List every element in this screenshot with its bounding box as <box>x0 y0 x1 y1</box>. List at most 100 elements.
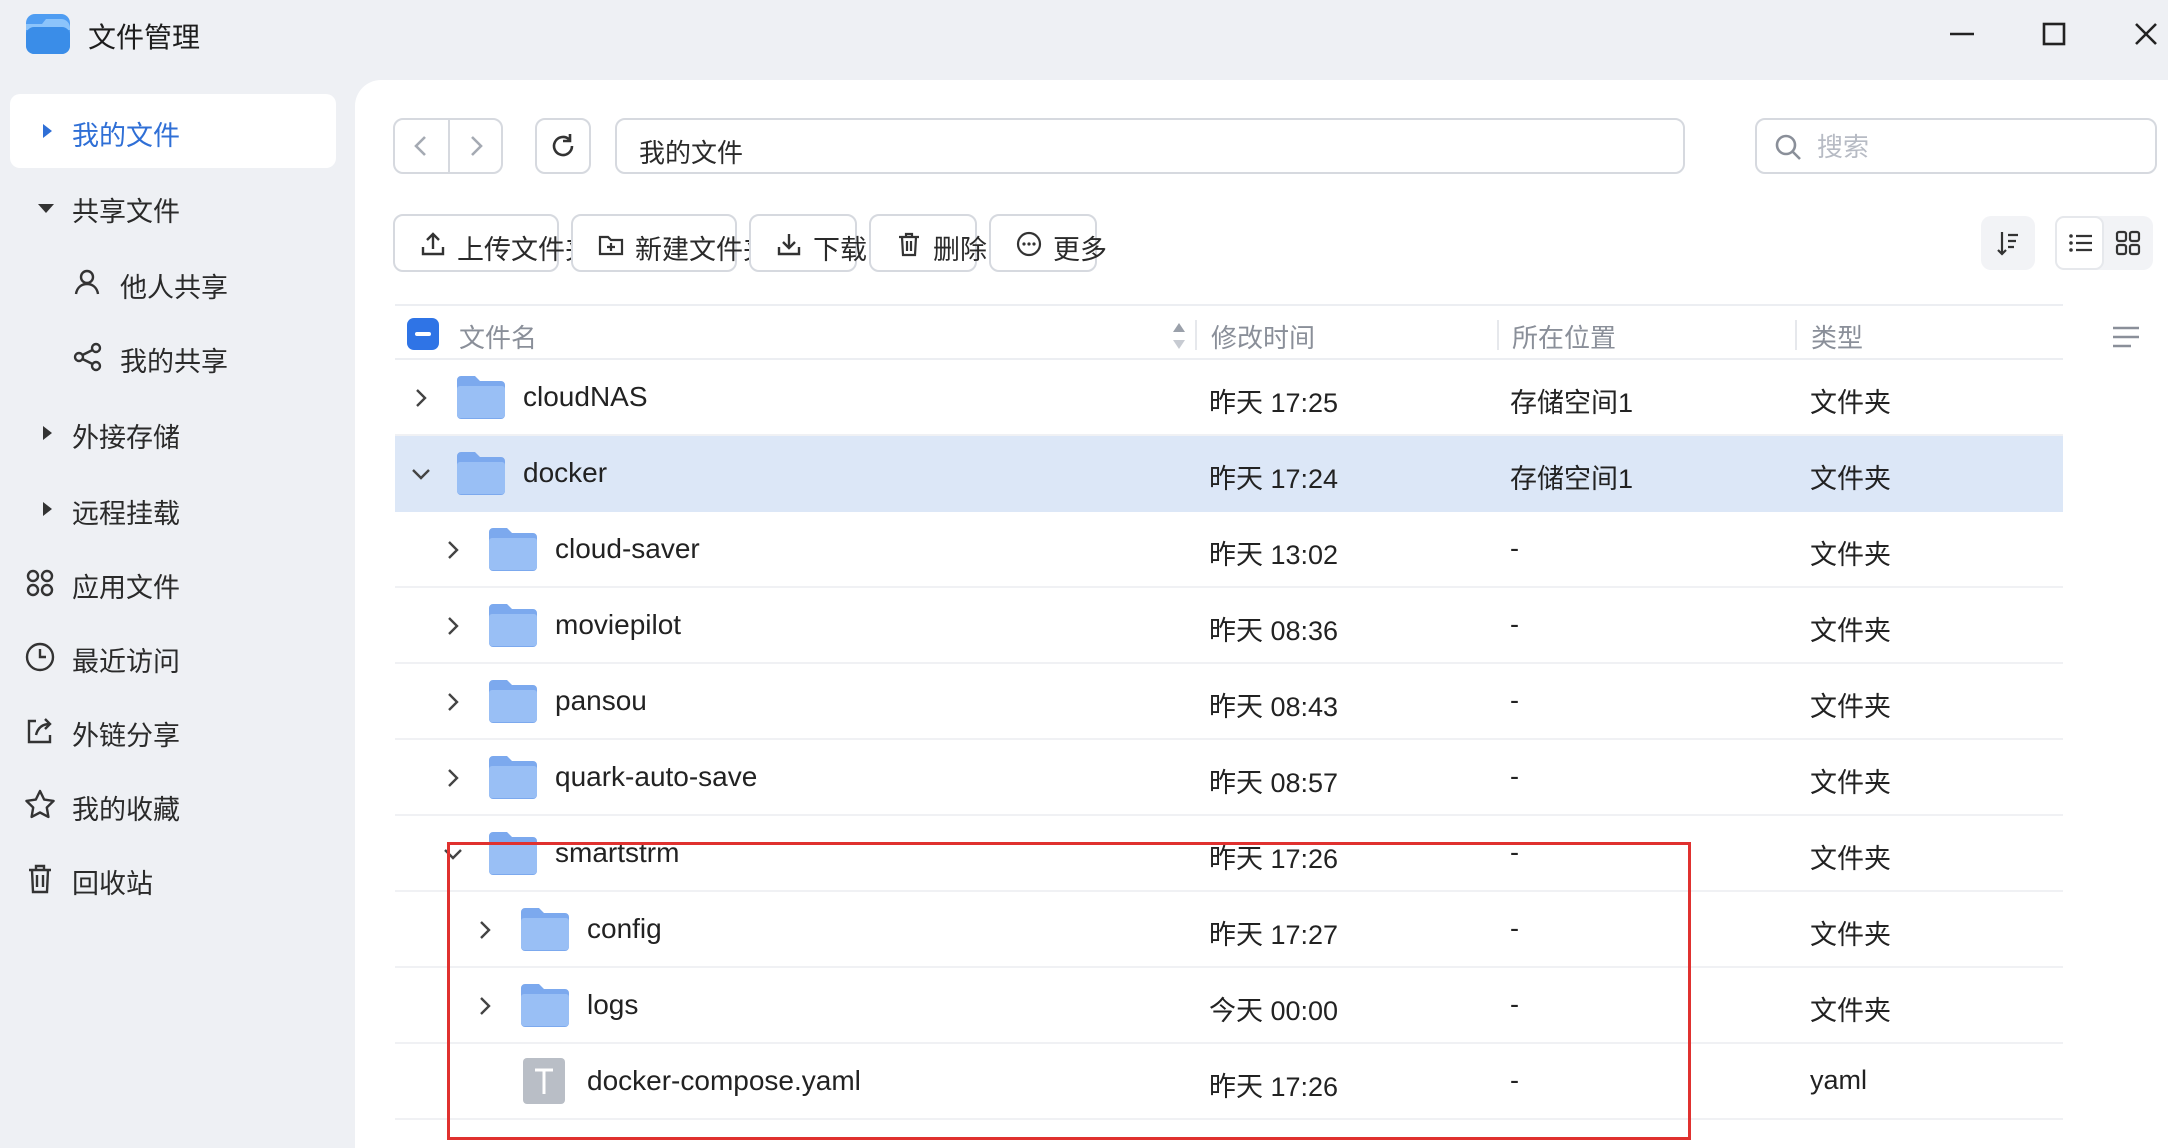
location: - <box>1510 685 1519 715</box>
folder-icon <box>489 680 537 723</box>
clock-icon <box>25 642 55 672</box>
new-folder-button[interactable]: 新建文件夹 <box>571 214 770 272</box>
sidebar-item-external-storage[interactable]: 外接存储 <box>10 396 336 470</box>
location: - <box>1510 837 1519 867</box>
table-row[interactable]: cloud-saver 昨天 13:02 - 文件夹 <box>395 512 2063 588</box>
file-type: 文件夹 <box>1810 616 1891 646</box>
sort-button[interactable] <box>1981 216 2035 270</box>
main-panel: 我的文件 上传文件夹 新建文件夹 下载 删除 更多 文件名 <box>355 80 2168 1148</box>
column-location-header[interactable]: 所在位置 <box>1512 318 1616 355</box>
sidebar-item-label: 我的共享 <box>120 347 228 377</box>
column-modified-header[interactable]: 修改时间 <box>1211 318 1315 355</box>
search-box[interactable] <box>1755 118 2157 174</box>
more-button[interactable]: 更多 <box>989 214 1107 272</box>
list-view-icon <box>2069 234 2092 252</box>
column-type-header[interactable]: 类型 <box>1811 318 1863 355</box>
folder-icon <box>489 832 537 875</box>
chevron-right-icon[interactable] <box>439 688 467 716</box>
title-bar: 文件管理 <box>0 0 2168 68</box>
file-name: smartstrm <box>555 837 680 868</box>
app-title: 文件管理 <box>88 22 201 53</box>
chevron-right-icon[interactable] <box>407 384 435 412</box>
sidebar-item-label: 我的文件 <box>72 121 180 151</box>
table-row[interactable]: moviepilot 昨天 08:36 - 文件夹 <box>395 588 2063 664</box>
sidebar-item-app-files[interactable]: 应用文件 <box>10 546 336 620</box>
folder-icon <box>489 528 537 571</box>
location: - <box>1510 989 1519 1019</box>
more-label: 更多 <box>1053 235 1107 265</box>
path-bar[interactable]: 我的文件 <box>615 118 1685 174</box>
file-manager-app-icon <box>26 14 70 54</box>
sidebar-item-recent[interactable]: 最近访问 <box>10 620 336 694</box>
sidebar-item-recycle-bin[interactable]: 回收站 <box>10 842 336 916</box>
sidebar-item-shared-files[interactable]: 共享文件 <box>10 170 336 244</box>
file-type: 文件夹 <box>1810 996 1891 1026</box>
sidebar-item-label: 外链分享 <box>72 721 180 751</box>
upload-icon <box>421 232 445 256</box>
sidebar-item-favorites[interactable]: 我的收藏 <box>10 768 336 842</box>
table-row[interactable]: logs 今天 00:00 - 文件夹 <box>395 968 2063 1044</box>
sidebar-item-my-shares[interactable]: 我的共享 <box>10 320 336 394</box>
column-divider <box>1497 320 1499 350</box>
modified-time: 昨天 17:26 <box>1209 844 1339 874</box>
sidebar-item-my-files[interactable]: 我的文件 <box>10 94 336 168</box>
table-header: 文件名 修改时间 所在位置 类型 <box>395 304 2063 360</box>
grid-view-button[interactable] <box>2104 216 2153 270</box>
apps-icon <box>26 569 54 597</box>
location: 存储空间1 <box>1510 464 1634 494</box>
refresh-icon <box>552 134 574 157</box>
sidebar-item-external-share[interactable]: 外链分享 <box>10 694 336 768</box>
chevron-right-icon[interactable] <box>471 916 499 944</box>
sort-arrows-icon[interactable] <box>1171 320 1187 352</box>
chevron-right-icon[interactable] <box>439 536 467 564</box>
table-row[interactable]: docker-compose.yaml 昨天 17:26 - yaml <box>395 1044 2063 1120</box>
chevron-right-icon[interactable] <box>471 992 499 1020</box>
table-row[interactable]: quark-auto-save 昨天 08:57 - 文件夹 <box>395 740 2063 816</box>
select-all-checkbox[interactable] <box>407 318 439 350</box>
download-label: 下载 <box>813 235 867 265</box>
file-name: cloud-saver <box>555 533 700 564</box>
chevron-right-icon[interactable] <box>439 764 467 792</box>
download-button[interactable]: 下载 <box>749 214 867 272</box>
modified-time: 今天 00:00 <box>1209 996 1339 1026</box>
file-type: 文件夹 <box>1810 844 1891 874</box>
sidebar-item-shared-with-me[interactable]: 他人共享 <box>10 246 336 320</box>
upload-folder-button[interactable]: 上传文件夹 <box>393 214 592 272</box>
delete-button[interactable]: 删除 <box>869 214 987 272</box>
modified-time: 昨天 17:24 <box>1209 464 1339 494</box>
table-row[interactable]: docker 昨天 17:24 存储空间1 文件夹 <box>395 436 2063 512</box>
trash-icon <box>899 232 919 257</box>
download-icon <box>777 234 801 256</box>
forward-button[interactable] <box>450 120 503 172</box>
refresh-button[interactable] <box>535 118 591 174</box>
table-row[interactable]: pansou 昨天 08:43 - 文件夹 <box>395 664 2063 740</box>
column-name-header[interactable]: 文件名 <box>459 318 537 355</box>
file-type: 文件夹 <box>1810 388 1891 418</box>
chevron-down-icon[interactable] <box>407 460 435 488</box>
close-icon[interactable] <box>2126 14 2166 54</box>
chevron-down-icon[interactable] <box>439 840 467 868</box>
table-row[interactable]: config 昨天 17:27 - 文件夹 <box>395 892 2063 968</box>
folder-icon <box>489 604 537 647</box>
chevron-right-icon[interactable] <box>439 612 467 640</box>
history-nav <box>393 118 503 174</box>
column-settings-icon[interactable] <box>2109 320 2143 354</box>
sidebar-item-label: 外接存储 <box>72 423 180 453</box>
star-icon <box>25 789 55 819</box>
table-row[interactable]: cloudNAS 昨天 17:25 存储空间1 文件夹 <box>395 360 2063 436</box>
file-type: yaml <box>1810 1065 1868 1095</box>
user-icon <box>74 269 100 295</box>
text-file-icon <box>523 1058 565 1104</box>
table-row[interactable]: smartstrm 昨天 17:26 - 文件夹 <box>395 816 2063 892</box>
back-button[interactable] <box>395 120 448 172</box>
list-view-button[interactable] <box>2055 216 2104 270</box>
minimize-icon[interactable] <box>1942 14 1982 54</box>
maximize-icon[interactable] <box>2034 14 2074 54</box>
folder-icon <box>521 908 569 951</box>
modified-time: 昨天 08:36 <box>1209 616 1339 646</box>
location: - <box>1510 533 1519 563</box>
sidebar-item-remote-mount[interactable]: 远程挂载 <box>10 472 336 546</box>
search-input[interactable] <box>1817 130 2137 164</box>
location: - <box>1510 1065 1519 1095</box>
folder-icon <box>457 452 505 495</box>
